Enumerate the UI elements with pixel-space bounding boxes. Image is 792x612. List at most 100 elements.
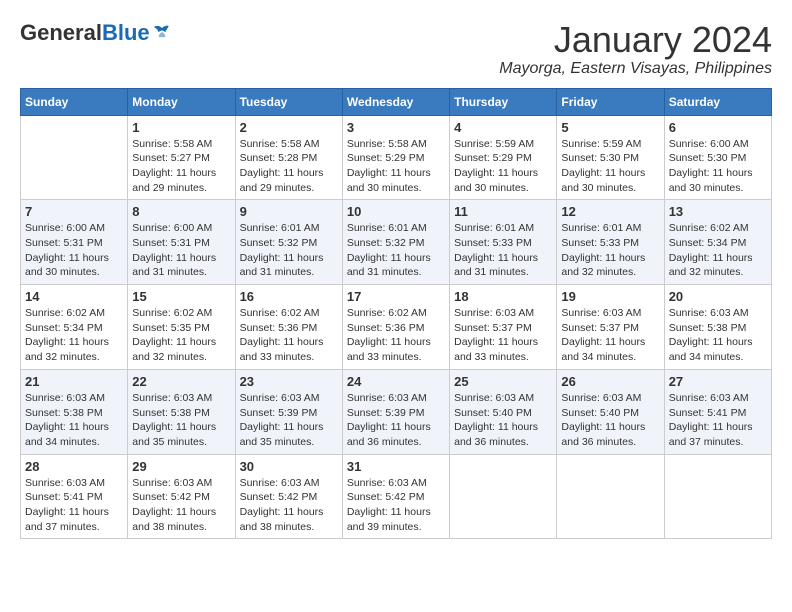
location-title: Mayorga, Eastern Visayas, Philippines [499,60,772,78]
day-number: 28 [25,459,123,474]
day-info: Sunrise: 6:01 AMSunset: 5:33 PMDaylight:… [454,221,552,280]
day-info: Sunrise: 6:03 AMSunset: 5:37 PMDaylight:… [454,306,552,365]
day-number: 3 [347,120,445,135]
day-info: Sunrise: 6:00 AMSunset: 5:31 PMDaylight:… [132,221,230,280]
header-day-saturday: Saturday [664,88,771,115]
day-info: Sunrise: 6:02 AMSunset: 5:36 PMDaylight:… [347,306,445,365]
day-info: Sunrise: 6:01 AMSunset: 5:32 PMDaylight:… [347,221,445,280]
calendar-cell: 6 Sunrise: 6:00 AMSunset: 5:30 PMDaylight… [664,115,771,200]
day-number: 11 [454,204,552,219]
day-info: Sunrise: 5:58 AMSunset: 5:28 PMDaylight:… [240,137,338,196]
day-info: Sunrise: 6:03 AMSunset: 5:38 PMDaylight:… [669,306,767,365]
day-number: 6 [669,120,767,135]
calendar-cell: 13 Sunrise: 6:02 AMSunset: 5:34 PMDayligh… [664,200,771,285]
week-row-2: 7 Sunrise: 6:00 AMSunset: 5:31 PMDaylight… [21,200,772,285]
day-info: Sunrise: 6:02 AMSunset: 5:35 PMDaylight:… [132,306,230,365]
day-number: 1 [132,120,230,135]
calendar-cell: 26 Sunrise: 6:03 AMSunset: 5:40 PMDayligh… [557,369,664,454]
calendar-cell: 25 Sunrise: 6:03 AMSunset: 5:40 PMDayligh… [450,369,557,454]
calendar-cell [450,454,557,539]
header-day-sunday: Sunday [21,88,128,115]
calendar-cell: 17 Sunrise: 6:02 AMSunset: 5:36 PMDayligh… [342,285,449,370]
calendar-cell: 12 Sunrise: 6:01 AMSunset: 5:33 PMDayligh… [557,200,664,285]
day-number: 21 [25,374,123,389]
logo-general: General [20,20,102,46]
day-info: Sunrise: 6:03 AMSunset: 5:40 PMDaylight:… [561,391,659,450]
day-info: Sunrise: 6:03 AMSunset: 5:41 PMDaylight:… [25,476,123,535]
day-info: Sunrise: 6:00 AMSunset: 5:30 PMDaylight:… [669,137,767,196]
day-number: 5 [561,120,659,135]
calendar-cell [557,454,664,539]
day-info: Sunrise: 6:00 AMSunset: 5:31 PMDaylight:… [25,221,123,280]
calendar-cell: 5 Sunrise: 5:59 AMSunset: 5:30 PMDaylight… [557,115,664,200]
day-info: Sunrise: 6:03 AMSunset: 5:39 PMDaylight:… [347,391,445,450]
header-day-thursday: Thursday [450,88,557,115]
day-info: Sunrise: 5:58 AMSunset: 5:27 PMDaylight:… [132,137,230,196]
calendar-cell: 27 Sunrise: 6:03 AMSunset: 5:41 PMDayligh… [664,369,771,454]
logo-bird-icon [152,24,172,42]
day-number: 16 [240,289,338,304]
day-info: Sunrise: 6:03 AMSunset: 5:41 PMDaylight:… [669,391,767,450]
calendar-body: 1 Sunrise: 5:58 AMSunset: 5:27 PMDaylight… [21,115,772,539]
day-info: Sunrise: 6:02 AMSunset: 5:34 PMDaylight:… [25,306,123,365]
calendar-cell: 11 Sunrise: 6:01 AMSunset: 5:33 PMDayligh… [450,200,557,285]
calendar-cell [21,115,128,200]
day-number: 15 [132,289,230,304]
day-info: Sunrise: 6:03 AMSunset: 5:38 PMDaylight:… [132,391,230,450]
day-info: Sunrise: 6:01 AMSunset: 5:32 PMDaylight:… [240,221,338,280]
calendar-table: SundayMondayTuesdayWednesdayThursdayFrid… [20,88,772,540]
day-info: Sunrise: 6:03 AMSunset: 5:37 PMDaylight:… [561,306,659,365]
header-day-wednesday: Wednesday [342,88,449,115]
calendar-cell: 10 Sunrise: 6:01 AMSunset: 5:32 PMDayligh… [342,200,449,285]
calendar-cell: 2 Sunrise: 5:58 AMSunset: 5:28 PMDaylight… [235,115,342,200]
calendar-header: SundayMondayTuesdayWednesdayThursdayFrid… [21,88,772,115]
day-info: Sunrise: 5:59 AMSunset: 5:30 PMDaylight:… [561,137,659,196]
day-info: Sunrise: 6:02 AMSunset: 5:34 PMDaylight:… [669,221,767,280]
calendar-cell: 28 Sunrise: 6:03 AMSunset: 5:41 PMDayligh… [21,454,128,539]
day-info: Sunrise: 6:01 AMSunset: 5:33 PMDaylight:… [561,221,659,280]
day-number: 10 [347,204,445,219]
calendar-cell: 22 Sunrise: 6:03 AMSunset: 5:38 PMDayligh… [128,369,235,454]
week-row-5: 28 Sunrise: 6:03 AMSunset: 5:41 PMDayligh… [21,454,772,539]
day-number: 31 [347,459,445,474]
day-number: 22 [132,374,230,389]
day-number: 27 [669,374,767,389]
calendar-cell: 18 Sunrise: 6:03 AMSunset: 5:37 PMDayligh… [450,285,557,370]
calendar-cell: 30Sunrise: 6:03 AMSunset: 5:42 PMDayligh… [235,454,342,539]
header-day-tuesday: Tuesday [235,88,342,115]
day-number: 24 [347,374,445,389]
calendar-cell: 8 Sunrise: 6:00 AMSunset: 5:31 PMDaylight… [128,200,235,285]
day-number: 2 [240,120,338,135]
day-number: 30 [240,459,338,474]
day-info: Sunrise: 6:03 AMSunset: 5:38 PMDaylight:… [25,391,123,450]
day-number: 17 [347,289,445,304]
calendar-cell: 9 Sunrise: 6:01 AMSunset: 5:32 PMDaylight… [235,200,342,285]
logo-blue: Blue [102,20,150,46]
month-title: January 2024 [499,20,772,60]
day-number: 13 [669,204,767,219]
calendar-cell: 7 Sunrise: 6:00 AMSunset: 5:31 PMDaylight… [21,200,128,285]
day-number: 14 [25,289,123,304]
day-number: 18 [454,289,552,304]
calendar-cell [664,454,771,539]
day-number: 19 [561,289,659,304]
day-number: 12 [561,204,659,219]
day-number: 8 [132,204,230,219]
day-info: Sunrise: 6:02 AMSunset: 5:36 PMDaylight:… [240,306,338,365]
day-number: 4 [454,120,552,135]
week-row-4: 21 Sunrise: 6:03 AMSunset: 5:38 PMDayligh… [21,369,772,454]
calendar-cell: 1 Sunrise: 5:58 AMSunset: 5:27 PMDaylight… [128,115,235,200]
day-info: Sunrise: 6:03 AMSunset: 5:40 PMDaylight:… [454,391,552,450]
calendar-cell: 23Sunrise: 6:03 AMSunset: 5:39 PMDayligh… [235,369,342,454]
calendar-cell: 20 Sunrise: 6:03 AMSunset: 5:38 PMDayligh… [664,285,771,370]
day-info: Sunrise: 5:59 AMSunset: 5:29 PMDaylight:… [454,137,552,196]
day-number: 25 [454,374,552,389]
day-number: 9 [240,204,338,219]
calendar-cell: 14 Sunrise: 6:02 AMSunset: 5:34 PMDayligh… [21,285,128,370]
day-number: 7 [25,204,123,219]
day-number: 20 [669,289,767,304]
calendar-cell: 21 Sunrise: 6:03 AMSunset: 5:38 PMDayligh… [21,369,128,454]
day-number: 26 [561,374,659,389]
day-info: Sunrise: 5:58 AMSunset: 5:29 PMDaylight:… [347,137,445,196]
day-number: 23 [240,374,338,389]
